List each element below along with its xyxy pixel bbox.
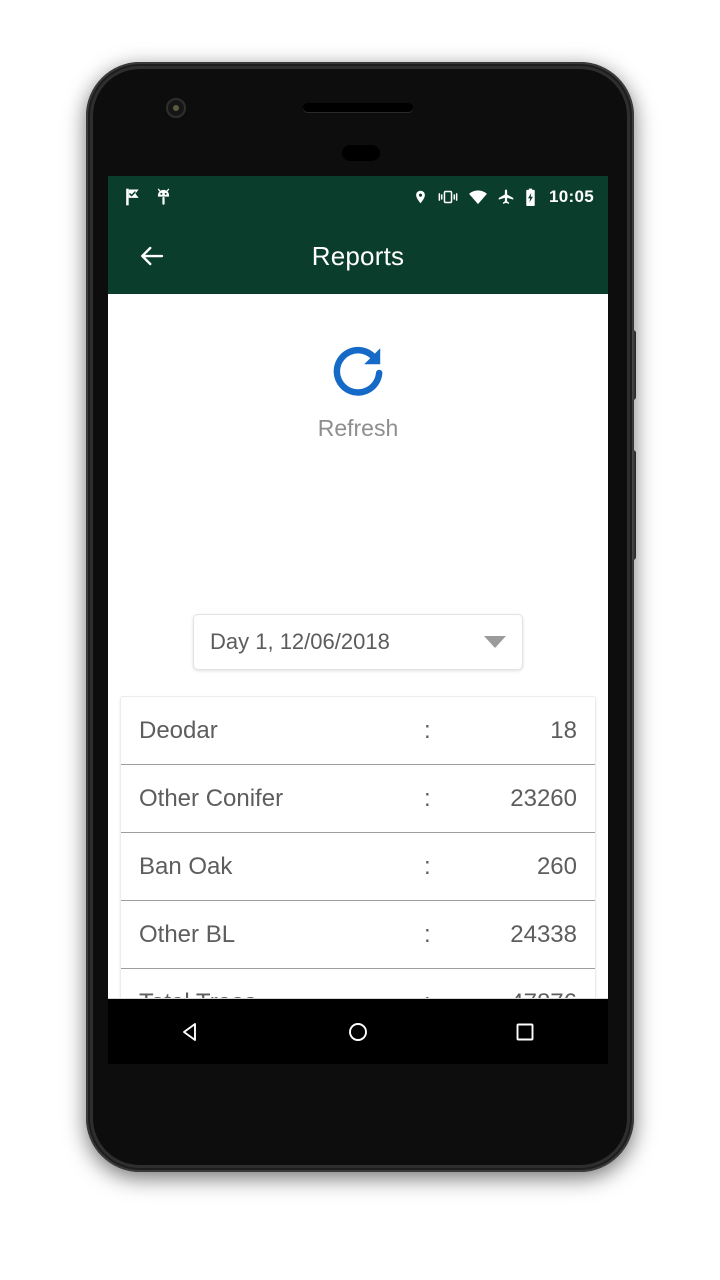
table-row: Ban Oak : 260: [121, 833, 595, 901]
recents-nav-button[interactable]: [492, 999, 558, 1065]
front-camera-icon: [166, 98, 186, 118]
table-cell-label: Other BL: [139, 920, 236, 948]
page-title: Reports: [311, 240, 405, 271]
table-cell-label: Other Conifer: [139, 784, 284, 812]
table-row: Deodar : 18: [121, 697, 595, 765]
proximity-sensor-icon: [342, 145, 380, 161]
wifi-icon: [469, 190, 487, 205]
table-cell-value: 23260: [510, 784, 577, 812]
table-cell-label: Ban Oak: [139, 852, 233, 880]
refresh-button[interactable]: Refresh: [108, 342, 608, 442]
day-selector-dropdown[interactable]: Day 1, 12/06/2018: [193, 614, 523, 670]
refresh-label: Refresh: [317, 415, 399, 441]
status-bar-notifications: [122, 187, 173, 207]
table-cell-value: 260: [536, 852, 577, 880]
location-icon: [416, 190, 425, 204]
circle-icon: [349, 1022, 367, 1041]
back-button[interactable]: [130, 234, 174, 278]
status-bar-clock: 10:05: [549, 187, 594, 206]
chevron-down-icon: [484, 636, 506, 648]
table-cell-separator: :: [424, 784, 431, 812]
earpiece-speaker-icon: [303, 103, 413, 112]
table-cell-separator: :: [424, 852, 431, 880]
table-cell-label: Deodar: [139, 716, 218, 744]
app-bar: Reports: [108, 218, 608, 294]
power-button[interactable]: [632, 330, 636, 400]
home-nav-button[interactable]: [325, 999, 391, 1065]
back-arrow-icon: [141, 246, 164, 266]
status-bar-system-icons: 10:05: [413, 187, 594, 208]
vibrate-icon: [438, 190, 458, 204]
refresh-icon: [333, 346, 383, 396]
flag-check-icon: [126, 188, 139, 206]
volume-button[interactable]: [632, 450, 636, 560]
table-cell-separator: :: [424, 920, 431, 948]
table-row: Other Conifer : 23260: [121, 765, 595, 833]
report-table: Deodar : 18 Other Conifer : 23260 Ban Oa…: [120, 696, 596, 1038]
status-bar: 10:05: [108, 176, 608, 218]
battery-charging-icon: [526, 188, 535, 206]
back-nav-button[interactable]: [158, 999, 224, 1065]
airplane-mode-icon: [498, 189, 514, 204]
day-selector-value: Day 1, 12/06/2018: [210, 629, 390, 654]
screenshot-root: 10:05 Reports Refresh Day 1, 12/06/2018 …: [0, 0, 720, 1280]
table-cell-value: 24338: [510, 920, 577, 948]
table-cell-separator: :: [424, 716, 431, 744]
phone-screen: 10:05 Reports Refresh Day 1, 12/06/2018 …: [108, 176, 608, 1064]
table-cell-value: 18: [550, 716, 577, 744]
android-bug-icon: [157, 188, 170, 205]
square-icon: [516, 1023, 534, 1040]
android-nav-bar: [108, 998, 608, 1064]
triangle-left-icon: [183, 1022, 197, 1041]
content-area: Refresh Day 1, 12/06/2018 Deodar : 18 Ot…: [108, 294, 608, 1038]
table-row: Other BL : 24338: [121, 901, 595, 969]
